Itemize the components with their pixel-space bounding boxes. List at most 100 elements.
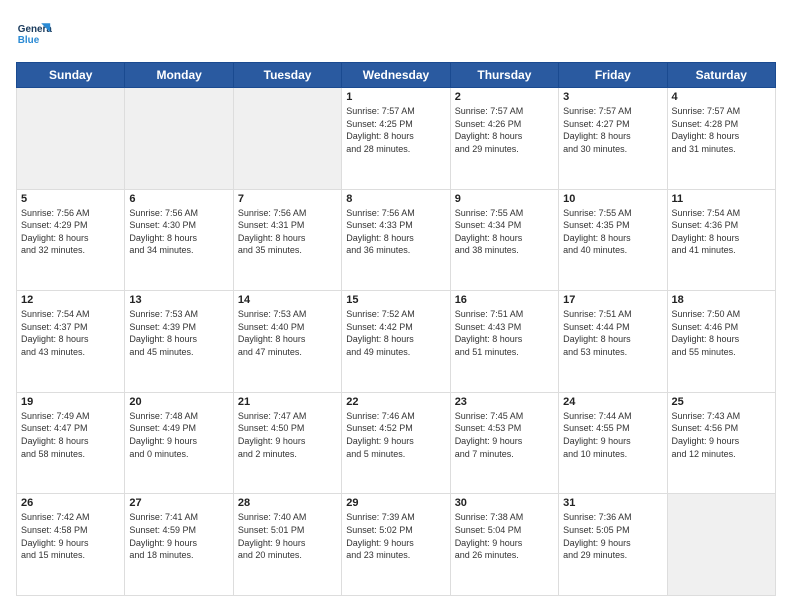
day-number: 11	[672, 193, 771, 205]
day-number: 19	[21, 396, 120, 408]
cell-details: Sunrise: 7:39 AM Sunset: 5:02 PM Dayligh…	[346, 511, 445, 561]
calendar-cell: 28 Sunrise: 7:40 AM Sunset: 5:01 PM Dayli…	[233, 494, 341, 596]
calendar-cell: 10 Sunrise: 7:55 AM Sunset: 4:35 PM Dayli…	[559, 189, 667, 291]
cell-details: Sunrise: 7:54 AM Sunset: 4:37 PM Dayligh…	[21, 308, 120, 358]
day-number: 21	[238, 396, 337, 408]
cell-details: Sunrise: 7:57 AM Sunset: 4:26 PM Dayligh…	[455, 105, 554, 155]
day-number: 4	[672, 91, 771, 103]
calendar-cell: 31Sunrise: 7:36 AM Sunset: 5:05 PM Dayli…	[559, 494, 667, 596]
calendar-cell: 23Sunrise: 7:45 AM Sunset: 4:53 PM Dayli…	[450, 392, 558, 494]
week-row-1: 5 Sunrise: 7:56 AM Sunset: 4:29 PM Daylig…	[17, 189, 776, 291]
calendar-cell: 29 Sunrise: 7:39 AM Sunset: 5:02 PM Dayli…	[342, 494, 450, 596]
calendar-cell: 7 Sunrise: 7:56 AM Sunset: 4:31 PM Daylig…	[233, 189, 341, 291]
week-row-3: 19Sunrise: 7:49 AM Sunset: 4:47 PM Dayli…	[17, 392, 776, 494]
day-number: 5	[21, 193, 120, 205]
day-number: 6	[129, 193, 228, 205]
day-number: 8	[346, 193, 445, 205]
cell-details: Sunrise: 7:46 AM Sunset: 4:52 PM Dayligh…	[346, 410, 445, 460]
day-number: 7	[238, 193, 337, 205]
calendar-cell: 20Sunrise: 7:48 AM Sunset: 4:49 PM Dayli…	[125, 392, 233, 494]
calendar-cell: 16 Sunrise: 7:51 AM Sunset: 4:43 PM Dayli…	[450, 291, 558, 393]
header: General Blue	[16, 16, 776, 52]
day-number: 17	[563, 294, 662, 306]
cell-details: Sunrise: 7:53 AM Sunset: 4:39 PM Dayligh…	[129, 308, 228, 358]
page: General Blue SundayMondayTuesdayWednesda…	[0, 0, 792, 612]
calendar-cell: 25Sunrise: 7:43 AM Sunset: 4:56 PM Dayli…	[667, 392, 775, 494]
cell-details: Sunrise: 7:54 AM Sunset: 4:36 PM Dayligh…	[672, 207, 771, 257]
cell-details: Sunrise: 7:57 AM Sunset: 4:25 PM Dayligh…	[346, 105, 445, 155]
weekday-header-tuesday: Tuesday	[233, 63, 341, 88]
weekday-header-wednesday: Wednesday	[342, 63, 450, 88]
calendar-cell: 18 Sunrise: 7:50 AM Sunset: 4:46 PM Dayli…	[667, 291, 775, 393]
cell-details: Sunrise: 7:56 AM Sunset: 4:33 PM Dayligh…	[346, 207, 445, 257]
calendar-cell: 11 Sunrise: 7:54 AM Sunset: 4:36 PM Dayli…	[667, 189, 775, 291]
day-number: 22	[346, 396, 445, 408]
weekday-header-thursday: Thursday	[450, 63, 558, 88]
day-number: 23	[455, 396, 554, 408]
cell-details: Sunrise: 7:41 AM Sunset: 4:59 PM Dayligh…	[129, 511, 228, 561]
calendar-cell: 14Sunrise: 7:53 AM Sunset: 4:40 PM Dayli…	[233, 291, 341, 393]
cell-details: Sunrise: 7:48 AM Sunset: 4:49 PM Dayligh…	[129, 410, 228, 460]
cell-details: Sunrise: 7:57 AM Sunset: 4:28 PM Dayligh…	[672, 105, 771, 155]
cell-details: Sunrise: 7:53 AM Sunset: 4:40 PM Dayligh…	[238, 308, 337, 358]
day-number: 27	[129, 497, 228, 509]
day-number: 15	[346, 294, 445, 306]
day-number: 3	[563, 91, 662, 103]
weekday-header-saturday: Saturday	[667, 63, 775, 88]
calendar-cell: 19Sunrise: 7:49 AM Sunset: 4:47 PM Dayli…	[17, 392, 125, 494]
weekday-header-row: SundayMondayTuesdayWednesdayThursdayFrid…	[17, 63, 776, 88]
calendar-cell: 4 Sunrise: 7:57 AM Sunset: 4:28 PM Daylig…	[667, 88, 775, 190]
cell-details: Sunrise: 7:55 AM Sunset: 4:35 PM Dayligh…	[563, 207, 662, 257]
calendar-cell: 30 Sunrise: 7:38 AM Sunset: 5:04 PM Dayli…	[450, 494, 558, 596]
day-number: 1	[346, 91, 445, 103]
calendar-cell: 13 Sunrise: 7:53 AM Sunset: 4:39 PM Dayli…	[125, 291, 233, 393]
day-number: 13	[129, 294, 228, 306]
day-number: 12	[21, 294, 120, 306]
week-row-2: 12 Sunrise: 7:54 AM Sunset: 4:37 PM Dayli…	[17, 291, 776, 393]
week-row-0: 1 Sunrise: 7:57 AM Sunset: 4:25 PM Daylig…	[17, 88, 776, 190]
day-number: 28	[238, 497, 337, 509]
day-number: 30	[455, 497, 554, 509]
cell-details: Sunrise: 7:43 AM Sunset: 4:56 PM Dayligh…	[672, 410, 771, 460]
day-number: 18	[672, 294, 771, 306]
calendar-cell: 8 Sunrise: 7:56 AM Sunset: 4:33 PM Daylig…	[342, 189, 450, 291]
calendar-cell: 9Sunrise: 7:55 AM Sunset: 4:34 PM Daylig…	[450, 189, 558, 291]
cell-details: Sunrise: 7:50 AM Sunset: 4:46 PM Dayligh…	[672, 308, 771, 358]
cell-details: Sunrise: 7:40 AM Sunset: 5:01 PM Dayligh…	[238, 511, 337, 561]
calendar-cell	[125, 88, 233, 190]
day-number: 24	[563, 396, 662, 408]
day-number: 9	[455, 193, 554, 205]
calendar-cell: 22 Sunrise: 7:46 AM Sunset: 4:52 PM Dayli…	[342, 392, 450, 494]
cell-details: Sunrise: 7:42 AM Sunset: 4:58 PM Dayligh…	[21, 511, 120, 561]
cell-details: Sunrise: 7:51 AM Sunset: 4:43 PM Dayligh…	[455, 308, 554, 358]
calendar-cell: 6 Sunrise: 7:56 AM Sunset: 4:30 PM Daylig…	[125, 189, 233, 291]
day-number: 16	[455, 294, 554, 306]
calendar-cell: 5 Sunrise: 7:56 AM Sunset: 4:29 PM Daylig…	[17, 189, 125, 291]
calendar-cell: 15 Sunrise: 7:52 AM Sunset: 4:42 PM Dayli…	[342, 291, 450, 393]
cell-details: Sunrise: 7:56 AM Sunset: 4:30 PM Dayligh…	[129, 207, 228, 257]
cell-details: Sunrise: 7:38 AM Sunset: 5:04 PM Dayligh…	[455, 511, 554, 561]
calendar-cell: 2Sunrise: 7:57 AM Sunset: 4:26 PM Daylig…	[450, 88, 558, 190]
cell-details: Sunrise: 7:47 AM Sunset: 4:50 PM Dayligh…	[238, 410, 337, 460]
calendar-cell: 27 Sunrise: 7:41 AM Sunset: 4:59 PM Dayli…	[125, 494, 233, 596]
day-number: 29	[346, 497, 445, 509]
cell-details: Sunrise: 7:56 AM Sunset: 4:31 PM Dayligh…	[238, 207, 337, 257]
calendar-cell	[17, 88, 125, 190]
logo-icon: General Blue	[16, 16, 52, 52]
calendar-cell: 21 Sunrise: 7:47 AM Sunset: 4:50 PM Dayli…	[233, 392, 341, 494]
weekday-header-sunday: Sunday	[17, 63, 125, 88]
weekday-header-monday: Monday	[125, 63, 233, 88]
cell-details: Sunrise: 7:52 AM Sunset: 4:42 PM Dayligh…	[346, 308, 445, 358]
cell-details: Sunrise: 7:51 AM Sunset: 4:44 PM Dayligh…	[563, 308, 662, 358]
svg-text:Blue: Blue	[18, 35, 40, 46]
day-number: 31	[563, 497, 662, 509]
calendar-cell: 1 Sunrise: 7:57 AM Sunset: 4:25 PM Daylig…	[342, 88, 450, 190]
calendar-table: SundayMondayTuesdayWednesdayThursdayFrid…	[16, 62, 776, 596]
day-number: 26	[21, 497, 120, 509]
calendar-cell	[233, 88, 341, 190]
weekday-header-friday: Friday	[559, 63, 667, 88]
cell-details: Sunrise: 7:44 AM Sunset: 4:55 PM Dayligh…	[563, 410, 662, 460]
calendar-cell: 24 Sunrise: 7:44 AM Sunset: 4:55 PM Dayli…	[559, 392, 667, 494]
cell-details: Sunrise: 7:56 AM Sunset: 4:29 PM Dayligh…	[21, 207, 120, 257]
day-number: 10	[563, 193, 662, 205]
